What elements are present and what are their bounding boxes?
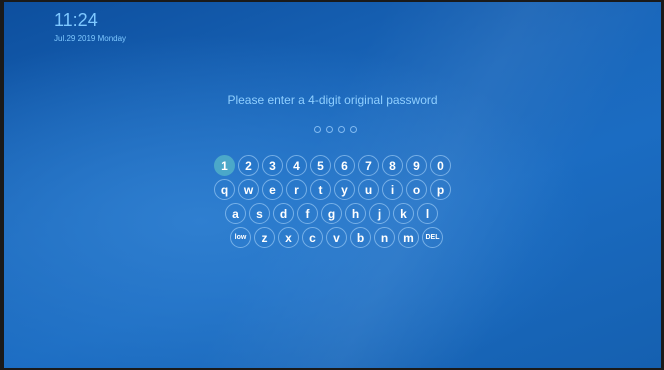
pin-dot — [350, 126, 357, 133]
key-r[interactable]: r — [286, 179, 307, 200]
key-n[interactable]: n — [374, 227, 395, 248]
pin-dot — [314, 126, 321, 133]
key-b[interactable]: b — [350, 227, 371, 248]
key-z[interactable]: z — [254, 227, 275, 248]
key-m[interactable]: m — [398, 227, 419, 248]
key-p[interactable]: p — [430, 179, 451, 200]
key-c[interactable]: c — [302, 227, 323, 248]
key-8[interactable]: 8 — [382, 155, 403, 176]
key-7[interactable]: 7 — [358, 155, 379, 176]
key-g[interactable]: g — [321, 203, 342, 224]
key-e[interactable]: e — [262, 179, 283, 200]
keyboard-row-asdf: a s d f g h j k l — [225, 203, 451, 224]
key-o[interactable]: o — [406, 179, 427, 200]
key-d[interactable]: d — [273, 203, 294, 224]
key-q[interactable]: q — [214, 179, 235, 200]
key-x[interactable]: x — [278, 227, 299, 248]
key-2[interactable]: 2 — [238, 155, 259, 176]
key-t[interactable]: t — [310, 179, 331, 200]
key-u[interactable]: u — [358, 179, 379, 200]
key-a[interactable]: a — [225, 203, 246, 224]
key-0[interactable]: 0 — [430, 155, 451, 176]
key-j[interactable]: j — [369, 203, 390, 224]
keyboard-row-zxcv: low z x c v b n m DEL — [230, 227, 451, 248]
case-toggle-key[interactable]: low — [230, 227, 251, 248]
key-v[interactable]: v — [326, 227, 347, 248]
key-s[interactable]: s — [249, 203, 270, 224]
key-h[interactable]: h — [345, 203, 366, 224]
key-f[interactable]: f — [297, 203, 318, 224]
pin-dot — [326, 126, 333, 133]
key-3[interactable]: 3 — [262, 155, 283, 176]
key-6[interactable]: 6 — [334, 155, 355, 176]
key-5[interactable]: 5 — [310, 155, 331, 176]
key-i[interactable]: i — [382, 179, 403, 200]
clock-time: 11:24 — [54, 10, 98, 30]
pin-dot — [338, 126, 345, 133]
delete-key[interactable]: DEL — [422, 227, 443, 248]
password-prompt: Please enter a 4-digit original password — [227, 93, 438, 107]
key-l[interactable]: l — [417, 203, 438, 224]
key-4[interactable]: 4 — [286, 155, 307, 176]
lock-screen: 11:24 Jul.29 2019 Monday Please enter a … — [4, 2, 661, 368]
pin-indicator — [314, 126, 357, 133]
key-y[interactable]: y — [334, 179, 355, 200]
clock-date: Jul.29 2019 Monday — [54, 34, 127, 43]
on-screen-keyboard: 1 2 3 4 5 6 7 8 9 0 q w e r t y u i o p … — [214, 155, 451, 251]
key-k[interactable]: k — [393, 203, 414, 224]
keyboard-row-digits: 1 2 3 4 5 6 7 8 9 0 — [214, 155, 451, 176]
key-w[interactable]: w — [238, 179, 259, 200]
keyboard-row-qwerty: q w e r t y u i o p — [214, 179, 451, 200]
key-9[interactable]: 9 — [406, 155, 427, 176]
key-1[interactable]: 1 — [214, 155, 235, 176]
